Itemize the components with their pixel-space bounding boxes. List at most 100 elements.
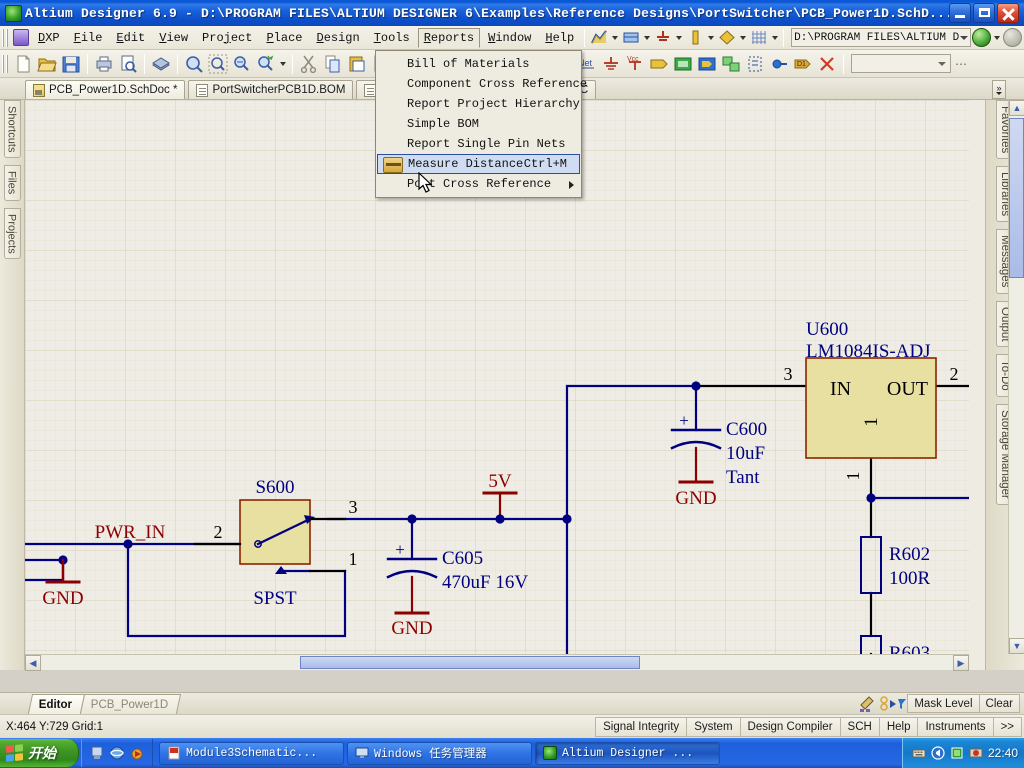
paste-icon[interactable]	[346, 53, 368, 75]
filter-icon[interactable]	[878, 694, 908, 714]
bus-dropdown-arrow[interactable]	[642, 28, 652, 47]
status-help[interactable]: Help	[878, 716, 919, 737]
print-icon[interactable]	[93, 53, 115, 75]
scroll-down-button[interactable]: ▼	[1009, 638, 1024, 654]
part-tool-icon[interactable]	[685, 28, 705, 47]
vertical-scrollbar[interactable]: ▲ ▼	[1008, 100, 1024, 654]
menu-item-bill-of-materials[interactable]: Bill of Materials	[376, 54, 581, 74]
keyboard-icon[interactable]	[912, 746, 926, 760]
zoom-selected-icon[interactable]	[207, 53, 229, 75]
taskbar-item-altium-designer[interactable]: Altium Designer ...	[535, 741, 720, 765]
diode-dropdown-arrow[interactable]	[738, 28, 748, 47]
scroll-left-button[interactable]: ◀	[25, 655, 41, 671]
print-preview-icon[interactable]	[117, 53, 139, 75]
address-bar[interactable]: D:\PROGRAM FILES\ALTIUM DESIGNE	[791, 28, 972, 47]
scroll-right-button[interactable]: ▶	[953, 655, 969, 671]
status-instruments[interactable]: Instruments	[917, 716, 994, 737]
editor-tab-pcb-power1d[interactable]: PCB_Power1D	[80, 693, 182, 714]
highlight-pen-icon[interactable]	[854, 694, 878, 714]
taskbar-item-module3schematic[interactable]: Module3Schematic...	[159, 741, 344, 765]
zoom-area-icon[interactable]	[183, 53, 205, 75]
menu-reports[interactable]: Reports	[417, 27, 481, 48]
menu-design[interactable]: Design	[310, 28, 365, 48]
sheet-symbol-icon[interactable]	[672, 53, 694, 75]
navigate-forward-icon[interactable]	[1003, 28, 1023, 47]
taskbar-clock[interactable]: 22:40	[988, 746, 1018, 760]
back-dropdown-arrow[interactable]	[992, 28, 1002, 47]
menu-project[interactable]: Project	[196, 28, 258, 48]
mask-level-button[interactable]: Mask Level	[907, 694, 980, 713]
battery-icon[interactable]	[950, 746, 964, 760]
horizontal-scrollbar[interactable]: ◀ ▶	[25, 654, 969, 671]
menu-window[interactable]: Window	[482, 28, 537, 48]
grid-dropdown-arrow[interactable]	[770, 28, 780, 47]
close-button[interactable]	[997, 3, 1019, 23]
copy-icon[interactable]	[322, 53, 344, 75]
doc-tab-bom[interactable]: PortSwitcherPCB1D.BOM	[188, 80, 354, 99]
power-dropdown-arrow[interactable]	[674, 28, 684, 47]
start-button[interactable]: 开始	[0, 739, 79, 767]
menu-item-report-project-hierarchy[interactable]: Report Project Hierarchy	[376, 94, 581, 114]
cut-icon[interactable]	[298, 53, 320, 75]
sheet-entry-icon[interactable]	[696, 53, 718, 75]
toolbar-grip[interactable]	[2, 54, 9, 73]
doc-tab-schematic[interactable]: PCB_Power1D.SchDoc *	[25, 80, 186, 99]
vertical-scroll-thumb[interactable]	[1009, 118, 1024, 278]
menu-place[interactable]: Place	[260, 28, 308, 48]
signal-integrity-dropdown-arrow[interactable]	[610, 28, 620, 47]
component-combo[interactable]	[851, 54, 951, 73]
taskbar-item-task-manager[interactable]: Windows 任务管理器	[347, 741, 532, 765]
address-dropdown-arrow[interactable]	[960, 35, 969, 40]
media-player-icon[interactable]	[129, 745, 145, 761]
menu-help[interactable]: Help	[539, 28, 580, 48]
pin-icon[interactable]	[768, 53, 790, 75]
minimize-button[interactable]	[949, 3, 971, 23]
volume-icon[interactable]	[931, 746, 945, 760]
gnd-power-icon[interactable]	[600, 53, 622, 75]
show-desktop-icon[interactable]	[89, 745, 105, 761]
status-system[interactable]: System	[686, 716, 741, 737]
zoom-dropdown-arrow[interactable]	[278, 54, 288, 73]
diode-tool-icon[interactable]	[717, 28, 737, 47]
status-signal-integrity[interactable]: Signal Integrity	[595, 716, 688, 737]
zoom-filter-icon[interactable]	[255, 53, 277, 75]
ime-icon[interactable]	[969, 746, 983, 760]
grid-tool-icon[interactable]	[749, 28, 769, 47]
editor-tab-editor[interactable]: Editor	[27, 693, 86, 714]
menu-item-component-cross-reference[interactable]: Component Cross Reference	[376, 74, 587, 94]
bus-tool-icon[interactable]	[621, 28, 641, 47]
sidebar-item-files[interactable]: Files	[3, 165, 21, 201]
status-design-compiler[interactable]: Design Compiler	[739, 716, 841, 737]
menu-view[interactable]: View	[153, 28, 194, 48]
navigate-back-icon[interactable]	[972, 28, 992, 47]
clear-button[interactable]: Clear	[978, 694, 1020, 713]
internet-explorer-icon[interactable]	[109, 745, 125, 761]
save-document-icon[interactable]	[60, 53, 82, 75]
signal-integrity-icon[interactable]	[589, 28, 609, 47]
menu-file[interactable]: File	[68, 28, 109, 48]
port-icon[interactable]	[648, 53, 670, 75]
maximize-button[interactable]	[973, 3, 995, 23]
menu-item-report-single-pin-nets[interactable]: Report Single Pin Nets	[376, 134, 581, 154]
new-document-icon[interactable]	[12, 53, 34, 75]
status-overflow-button[interactable]: >>	[992, 716, 1022, 737]
part-dropdown-arrow[interactable]	[706, 28, 716, 47]
tab-overflow-button[interactable]: »	[992, 80, 1006, 99]
no-erc-icon[interactable]	[744, 53, 766, 75]
sidebar-item-projects[interactable]: Projects	[3, 207, 21, 260]
status-sch[interactable]: SCH	[839, 716, 880, 737]
menu-tools[interactable]: Tools	[368, 28, 416, 48]
menu-item-simple-bom[interactable]: Simple BOM	[376, 114, 581, 134]
menu-item-measure-distance[interactable]: Measure Distance Ctrl+M	[377, 154, 580, 174]
power-port-icon[interactable]	[653, 28, 673, 47]
menu-dxp[interactable]: DXP	[32, 28, 66, 48]
menu-item-port-cross-reference[interactable]: Port Cross Reference	[376, 174, 581, 194]
menu-edit[interactable]: Edit	[110, 28, 151, 48]
menu-grip[interactable]	[2, 28, 9, 47]
sidebar-item-shortcuts[interactable]: Shortcuts	[3, 100, 21, 159]
vcc-power-icon[interactable]: Vcc	[624, 53, 646, 75]
zoom-out-icon[interactable]	[231, 53, 253, 75]
device-sheet-icon[interactable]	[720, 53, 742, 75]
designator-icon[interactable]: D1	[792, 53, 814, 75]
board-3d-icon[interactable]	[150, 53, 172, 75]
